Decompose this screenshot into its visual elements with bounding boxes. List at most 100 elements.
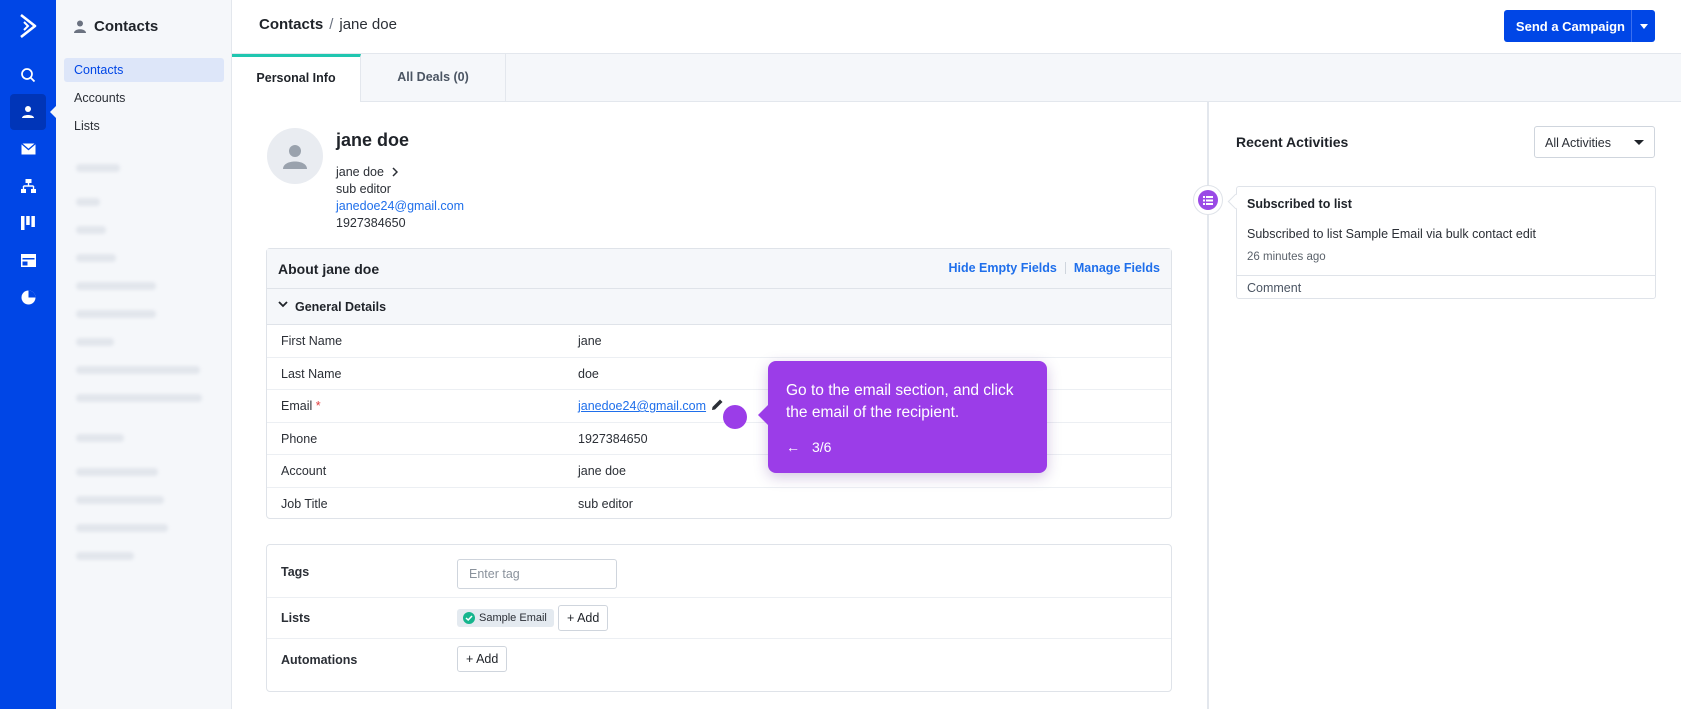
comment-input[interactable]: Comment xyxy=(1237,275,1655,299)
sidebar-header: Contacts xyxy=(74,18,158,35)
person-icon xyxy=(74,20,86,33)
reports-icon[interactable] xyxy=(10,279,46,315)
automations-label: Automations xyxy=(281,653,358,667)
sidebar-title: Contacts xyxy=(94,18,159,35)
automations-row: Automations + Add xyxy=(267,639,1171,691)
breadcrumb-separator: / xyxy=(329,16,334,33)
chevron-down-icon xyxy=(278,301,288,308)
sidebar-item-accounts[interactable]: Accounts xyxy=(64,86,224,110)
blurred-item xyxy=(76,198,100,206)
tooltip-text: Go to the email section, and click the e… xyxy=(786,382,1014,421)
blurred-item xyxy=(76,552,134,560)
search-icon[interactable] xyxy=(10,57,46,93)
field-label: Phone xyxy=(281,431,318,446)
contact-account: jane doe xyxy=(336,165,384,179)
contact-name: jane doe xyxy=(336,130,410,150)
add-list-button[interactable]: + Add xyxy=(558,605,609,631)
divider xyxy=(1064,262,1066,274)
activity-card: Subscribed to list Subscribed to list Sa… xyxy=(1236,186,1656,299)
list-chip-label: Sample Email xyxy=(479,612,547,624)
account-value[interactable]: jane doe xyxy=(578,464,626,478)
blurred-item xyxy=(76,524,168,532)
site-icon[interactable] xyxy=(10,242,46,278)
activities-panel: Recent Activities All Activities Subscri… xyxy=(1193,102,1681,709)
email-value-link[interactable]: janedoe24@gmail.com xyxy=(578,399,706,413)
field-label: Account xyxy=(281,464,327,478)
sidebar-item-lists[interactable]: Lists xyxy=(64,114,224,138)
caret-down-icon xyxy=(1639,23,1648,29)
timeline-marker xyxy=(1193,185,1223,215)
phone-value[interactable]: 1927384650 xyxy=(578,432,648,446)
manage-fields-link[interactable]: Manage Fields xyxy=(1074,261,1160,275)
field-label: First Name xyxy=(281,334,343,348)
tags-label: Tags xyxy=(281,565,310,579)
blurred-item xyxy=(76,468,158,476)
list-chip[interactable]: Sample Email xyxy=(457,609,554,627)
contact-job-title: sub editor xyxy=(336,182,391,196)
sidebar-item-contacts[interactable]: Contacts xyxy=(64,58,224,82)
activity-filter-select[interactable]: All Activities xyxy=(1534,126,1655,158)
about-actions: Hide Empty Fields Manage Fields xyxy=(949,261,1161,275)
required-mark: * xyxy=(315,399,321,413)
tag-input[interactable] xyxy=(457,559,617,589)
field-row: Job Title sub editor xyxy=(267,488,1171,521)
activity-title: Subscribed to list xyxy=(1247,197,1352,211)
tab-personal-info[interactable]: Personal Info xyxy=(232,54,361,102)
about-header: About jane doe Hide Empty Fields Manage … xyxy=(267,249,1171,289)
breadcrumb-root[interactable]: Contacts xyxy=(259,16,323,33)
general-details-title: General Details xyxy=(295,300,387,314)
send-campaign-dropdown[interactable] xyxy=(1631,10,1655,42)
tooltip-nav: ← 3/6 xyxy=(786,439,831,455)
field-label-email: Email * xyxy=(281,399,321,413)
contact-account-link[interactable]: jane doe xyxy=(336,165,398,179)
first-name-value[interactable]: jane xyxy=(578,334,602,348)
about-title: About jane doe xyxy=(278,261,380,277)
avatar xyxy=(267,128,323,184)
pencil-icon[interactable] xyxy=(711,398,724,411)
blurred-item xyxy=(76,254,116,262)
tab-bar: Personal Info All Deals (0) xyxy=(232,54,1681,102)
send-campaign-button[interactable]: Send a Campaign xyxy=(1503,10,1637,42)
contacts-sidebar: Contacts Contacts Accounts Lists xyxy=(56,0,232,709)
tags-row: Tags xyxy=(267,545,1171,598)
deals-icon[interactable] xyxy=(10,205,46,241)
walkthrough-hotspot[interactable] xyxy=(723,405,747,429)
caret-down-icon xyxy=(1634,140,1644,145)
tab-all-deals[interactable]: All Deals (0) xyxy=(361,54,506,102)
meta-card: Tags Lists Sample Email + Add Automation… xyxy=(266,544,1172,692)
contact-main: jane doe jane doe sub editor janedoe24@g… xyxy=(232,102,1208,709)
tooltip-step: 3/6 xyxy=(812,439,832,455)
top-header: Contacts / jane doe Send a Campaign xyxy=(232,0,1681,54)
blurred-item xyxy=(76,310,156,318)
automations-icon[interactable] xyxy=(10,168,46,204)
back-arrow-icon[interactable]: ← xyxy=(786,439,800,455)
blurred-item xyxy=(76,226,106,234)
blurred-item xyxy=(76,496,164,504)
blurred-item xyxy=(76,366,200,374)
blurred-item xyxy=(76,338,114,346)
general-details-toggle[interactable]: General Details xyxy=(267,289,1171,325)
lists-row: Lists Sample Email + Add xyxy=(267,598,1171,639)
hide-empty-fields-link[interactable]: Hide Empty Fields xyxy=(949,261,1057,275)
person-icon xyxy=(283,145,307,169)
email-icon[interactable] xyxy=(10,131,46,167)
last-name-value[interactable]: doe xyxy=(578,367,599,381)
activity-body: Subscribed to list Sample Email via bulk… xyxy=(1247,227,1537,241)
app-rail xyxy=(0,0,56,709)
breadcrumb: Contacts / jane doe xyxy=(259,16,397,33)
contacts-icon[interactable] xyxy=(10,94,56,130)
activity-time: 26 minutes ago xyxy=(1247,251,1326,263)
blurred-item xyxy=(76,394,202,402)
list-icon xyxy=(1198,190,1218,210)
job-title-value[interactable]: sub editor xyxy=(578,497,633,511)
breadcrumb-current: jane doe xyxy=(339,16,397,33)
blurred-item xyxy=(76,282,156,290)
contact-email[interactable]: janedoe24@gmail.com xyxy=(336,199,464,213)
lists-label: Lists xyxy=(281,611,311,625)
blurred-item xyxy=(76,164,120,172)
field-label: Last Name xyxy=(281,366,342,381)
add-automation-button[interactable]: + Add xyxy=(457,646,508,672)
walkthrough-tooltip: Go to the email section, and click the e… xyxy=(758,361,1047,473)
app-logo-icon[interactable] xyxy=(16,12,40,40)
field-row: First Name jane xyxy=(267,325,1171,358)
